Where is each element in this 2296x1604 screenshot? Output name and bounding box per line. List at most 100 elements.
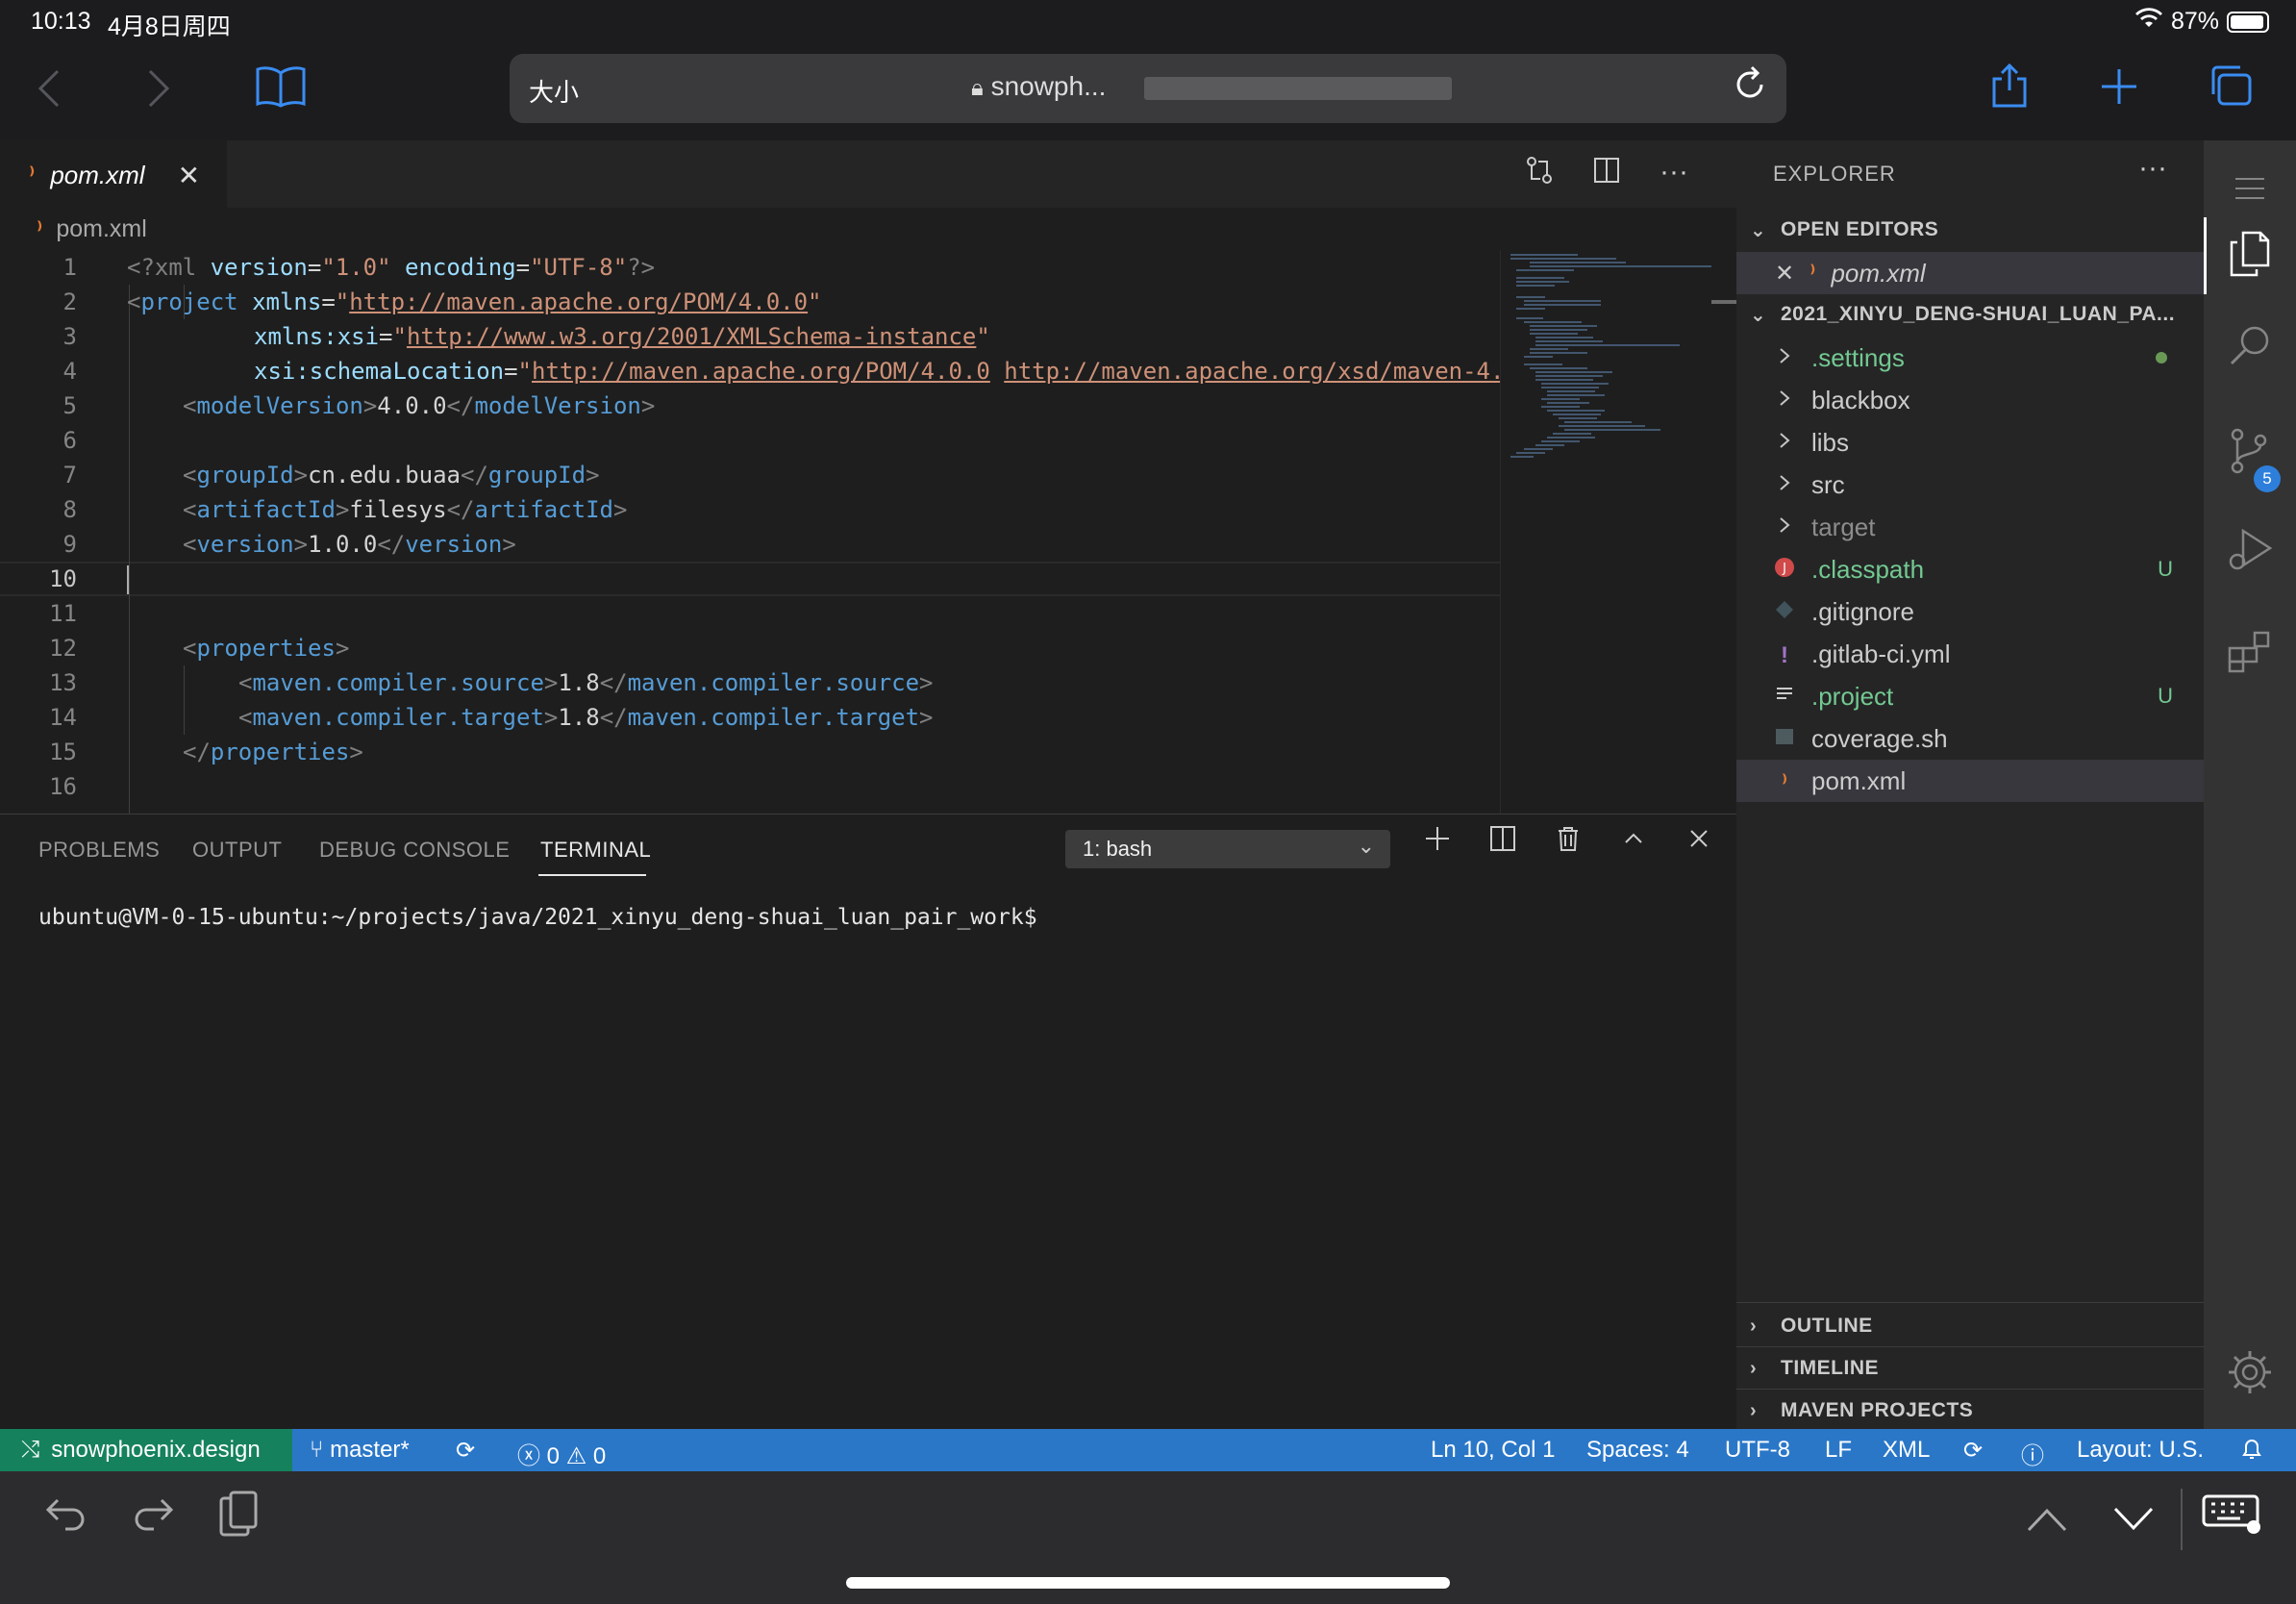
info-icon[interactable]: ⓘ — [2021, 1437, 2044, 1470]
maven-projects-header[interactable]: › MAVEN PROJECTS — [1736, 1391, 2204, 1431]
tab-label: pom.xml — [50, 160, 145, 189]
link[interactable]: http://maven.apache.org/POM/4.0.0 — [349, 288, 808, 315]
new-tab-icon[interactable] — [2100, 67, 2138, 111]
timeline-header[interactable]: › TIMELINE — [1736, 1348, 2204, 1389]
open-editors-header[interactable]: ⌄ OPEN EDITORS — [1736, 210, 2204, 250]
open-editor-item[interactable]: ✕ ⁾ pom.xml — [1736, 252, 2204, 294]
tabs-overview-icon[interactable] — [2208, 63, 2254, 113]
forward-icon[interactable] — [146, 67, 171, 117]
branch-name: master* — [330, 1437, 410, 1463]
tab-output[interactable]: OUTPUT — [192, 838, 282, 863]
editor-scrollbar[interactable] — [1711, 250, 1736, 814]
redo-icon[interactable] — [131, 1492, 175, 1541]
bookmarks-icon[interactable] — [256, 65, 306, 113]
tree-folder[interactable]: target — [1736, 506, 2204, 548]
chevron-up-icon[interactable] — [2025, 1496, 2069, 1544]
line-ending[interactable]: LF — [1825, 1437, 1852, 1464]
source-control-icon[interactable]: 5 — [2204, 427, 2296, 492]
tree-file[interactable]: ! .gitlab-ci.yml — [1736, 633, 2204, 675]
scrollbar-thumb[interactable] — [1711, 300, 1736, 304]
divider — [2181, 1489, 2183, 1550]
tab-debug-console[interactable]: DEBUG CONSOLE — [319, 838, 510, 863]
terminal-select-value: 1: bash — [1083, 837, 1153, 861]
code-line: 10 — [49, 565, 77, 592]
section-label: TIMELINE — [1781, 1357, 1879, 1379]
terminal-select[interactable]: 1: bash ⌄ — [1065, 830, 1390, 868]
compare-changes-icon[interactable] — [1525, 156, 1554, 192]
project-header[interactable]: ⌄ 2021_XINYU_DENG-SHUAI_LUAN_PA... — [1736, 294, 2204, 335]
tree-file[interactable]: ⁾ pom.xml — [1736, 760, 2204, 802]
bell-icon[interactable] — [2240, 1437, 2263, 1468]
shell-icon — [1771, 724, 1798, 754]
minimap[interactable] — [1500, 250, 1712, 814]
undo-icon[interactable] — [44, 1492, 88, 1541]
gear-icon[interactable] — [2204, 1348, 2296, 1407]
menu-icon[interactable] — [2204, 160, 2296, 212]
terminal-prompt[interactable]: ubuntu@VM-0-15-ubuntu:~/projects/java/20… — [38, 905, 1037, 930]
tree-item-label: .gitlab-ci.yml — [1811, 639, 1951, 668]
keyboard-icon[interactable] — [2202, 1492, 2263, 1545]
code-line: 1 <?xml version="1.0" encoding="UTF-8"?> — [62, 254, 656, 281]
tree-file[interactable]: .gitignore — [1736, 590, 2204, 633]
maximize-panel-icon[interactable] — [1619, 824, 1648, 861]
rss-icon: ⁾ — [37, 216, 43, 241]
split-terminal-icon[interactable] — [1488, 824, 1517, 861]
share-icon[interactable] — [1988, 62, 2031, 114]
tree-folder[interactable]: src — [1736, 464, 2204, 506]
active-tab-indicator — [538, 874, 646, 876]
trash-icon[interactable] — [1554, 824, 1583, 861]
tree-folder[interactable]: blackbox — [1736, 379, 2204, 421]
extensions-icon[interactable] — [2204, 627, 2296, 686]
split-editor-icon[interactable] — [1592, 156, 1621, 192]
paste-icon[interactable] — [217, 1491, 260, 1549]
outline-header[interactable]: › OUTLINE — [1736, 1306, 2204, 1346]
tree-file[interactable]: J .classpath U — [1736, 548, 2204, 590]
code-line: 11 — [49, 600, 77, 627]
code-editor[interactable]: 1 <?xml version="1.0" encoding="UTF-8"?> … — [0, 250, 1504, 814]
link[interactable]: http://maven.apache.org/xsd/maven-4. — [1004, 358, 1504, 385]
indentation[interactable]: Spaces: 4 — [1586, 1437, 1689, 1464]
cursor-position[interactable]: Ln 10, Col 1 — [1431, 1437, 1555, 1464]
code-line: 14 <maven.compiler.target>1.8</maven.comp… — [49, 704, 934, 731]
reload-icon[interactable] — [1733, 63, 1767, 112]
tab-problems[interactable]: PROBLEMS — [38, 838, 160, 863]
close-icon[interactable]: ✕ — [178, 160, 200, 191]
chevron-right-icon — [1771, 470, 1798, 500]
chevron-down-icon[interactable] — [2111, 1496, 2156, 1544]
text-size-button[interactable]: 大小 — [529, 73, 579, 109]
tree-item-label: .settings — [1811, 342, 1905, 372]
new-terminal-icon[interactable] — [1423, 824, 1452, 861]
run-debug-icon[interactable] — [2204, 525, 2296, 584]
more-actions-icon[interactable]: ··· — [1660, 156, 1688, 192]
code-line: 3 xmlns:xsi="http://www.w3.org/2001/XMLSc… — [62, 323, 990, 350]
tree-item-label: libs — [1811, 427, 1850, 457]
remote-icon: ⤭ — [21, 1437, 40, 1463]
wifi-icon — [2134, 8, 2163, 36]
tree-folder[interactable]: libs — [1736, 421, 2204, 464]
encoding[interactable]: UTF-8 — [1725, 1437, 1790, 1464]
tree-file[interactable]: coverage.sh — [1736, 717, 2204, 760]
more-icon[interactable]: ··· — [2138, 152, 2167, 185]
tab-pom-xml[interactable]: ⁾ pom.xml ✕ — [0, 140, 227, 208]
close-panel-icon[interactable] — [1685, 824, 1713, 861]
sync-icon[interactable]: ⟳ — [456, 1437, 475, 1465]
explorer-icon[interactable] — [2204, 229, 2296, 289]
link[interactable]: http://www.w3.org/2001/XMLSchema-instanc… — [407, 323, 976, 350]
remote-indicator[interactable]: ⤭ snowphoenix.design — [0, 1429, 292, 1471]
tab-terminal[interactable]: TERMINAL — [540, 838, 651, 863]
sync-status-icon[interactable]: ⟳ — [1963, 1437, 1983, 1465]
branch-indicator[interactable]: ⑂ master* — [310, 1437, 410, 1464]
lock-icon: 🔒︎ — [971, 75, 984, 101]
keyboard-layout[interactable]: Layout: U.S. — [2077, 1437, 2204, 1464]
tree-folder[interactable]: .settings — [1736, 337, 2204, 379]
breadcrumb-file[interactable]: pom.xml — [56, 215, 146, 243]
language-mode[interactable]: XML — [1883, 1437, 1930, 1464]
active-view-indicator — [2204, 217, 2207, 294]
search-icon[interactable] — [2204, 323, 2296, 378]
tree-file[interactable]: .project U — [1736, 675, 2204, 717]
link[interactable]: http://maven.apache.org/POM/4.0.0 — [532, 358, 990, 385]
address-bar[interactable]: 大小 🔒︎ snowph... — [510, 54, 1786, 123]
close-icon[interactable]: ✕ — [1775, 260, 1794, 288]
problems-indicator[interactable]: ⓧ 0 ⚠ 0 — [517, 1437, 606, 1470]
back-icon[interactable] — [37, 67, 62, 117]
